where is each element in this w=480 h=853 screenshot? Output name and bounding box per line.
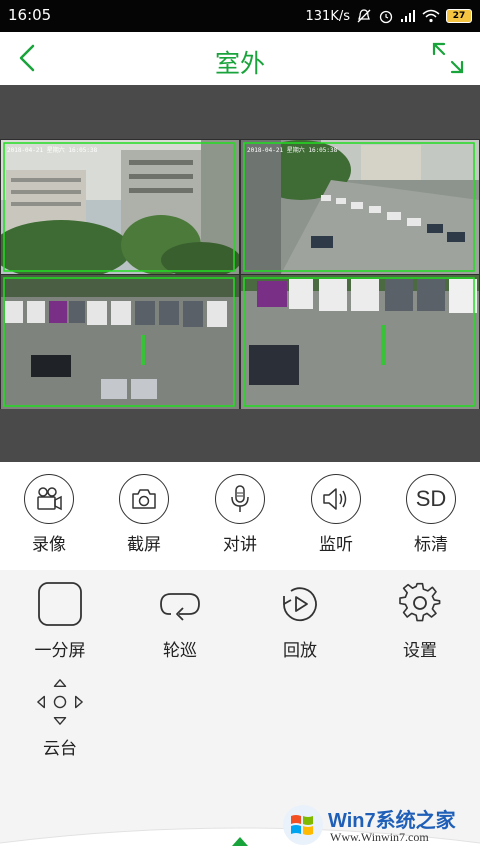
ptz-label: 云台 <box>43 739 77 759</box>
mute-icon <box>357 9 371 23</box>
quality-button[interactable]: SD 标清 <box>391 474 471 555</box>
listen-circle <box>311 474 361 524</box>
patrol-icon-wrap <box>156 580 204 628</box>
alarm-icon <box>379 10 393 24</box>
talk-button[interactable]: 对讲 <box>200 474 280 555</box>
playback-icon <box>283 587 317 622</box>
patrol-label: 轮巡 <box>163 641 197 661</box>
talk-label: 对讲 <box>223 535 257 555</box>
playback-label: 回放 <box>283 641 317 661</box>
page-title: 室外 <box>214 49 265 78</box>
ptz-button[interactable]: 云台 <box>10 678 110 759</box>
battery-indicator: 27 <box>446 9 472 23</box>
camera-feed-buildings <box>1 140 239 274</box>
playback-button[interactable]: 回放 <box>250 580 350 661</box>
fullscreen-expand-icon <box>432 42 464 74</box>
status-time: 16:05 <box>8 6 52 24</box>
camera-feed-parking-near <box>241 275 479 409</box>
watermark-url: Www.Winwin7.com <box>330 830 429 844</box>
video-cell-cam1[interactable]: 2018-04-21 星期六 16:05:38 <box>1 140 239 274</box>
camera-feed-parking-row <box>1 275 239 409</box>
status-bar: 16:05 131K/s 27 <box>0 0 480 32</box>
camera-feed-parking-top <box>241 140 479 274</box>
settings-label: 设置 <box>403 641 437 661</box>
cam-timestamp: 2018-04-21 星期六 16:05:38 <box>7 147 98 154</box>
collapse-panel-button[interactable] <box>230 832 250 851</box>
video-cell-cam4[interactable] <box>241 275 479 409</box>
title-bar: 室外 <box>0 32 480 85</box>
caret-up-icon <box>232 837 248 846</box>
screenshot-button[interactable]: 截屏 <box>104 474 184 555</box>
listen-button[interactable]: 监听 <box>296 474 376 555</box>
fullscreen-button[interactable] <box>430 40 466 76</box>
quality-circle: SD <box>406 474 456 524</box>
record-button[interactable]: 录像 <box>9 474 89 555</box>
wifi-icon <box>422 9 440 23</box>
network-speed: 131K/s <box>305 8 351 24</box>
signal-icon <box>401 10 415 22</box>
record-circle <box>24 474 74 524</box>
record-label: 录像 <box>32 535 66 555</box>
ptz-direction-icon <box>37 679 83 725</box>
sd-quality-icon: SD <box>415 486 447 511</box>
single-screen-button[interactable]: 一分屏 <box>10 580 110 661</box>
single-screen-label: 一分屏 <box>34 641 86 661</box>
video-cell-cam3[interactable] <box>1 275 239 409</box>
watermark-logo: Win7系统之家 Www.Winwin7.com <box>282 802 474 850</box>
patrol-button[interactable]: 轮巡 <box>130 580 230 661</box>
single-screen-icon <box>38 582 82 626</box>
talk-circle <box>215 474 265 524</box>
windows-flag-icon <box>283 805 323 845</box>
speaker-icon <box>323 488 347 510</box>
quality-label: 标清 <box>414 535 448 555</box>
video-cell-cam2[interactable]: 2018-04-21 星期六 16:05:38 <box>241 140 479 274</box>
gear-icon <box>399 582 441 622</box>
watermark-brand: Win7系统之家 <box>328 810 456 832</box>
listen-label: 监听 <box>319 535 353 555</box>
video-camera-icon <box>37 487 62 511</box>
single-screen-icon-wrap <box>36 580 84 628</box>
playback-icon-wrap <box>276 580 324 628</box>
settings-button[interactable]: 设置 <box>370 580 470 661</box>
screenshot-label: 截屏 <box>127 535 161 555</box>
cam-timestamp: 2018-04-21 星期六 16:05:38 <box>247 147 338 154</box>
video-area: 2018-04-21 星期六 16:05:38 2018-04-21 星期六 1… <box>0 85 480 462</box>
loop-cycle-icon <box>160 593 200 621</box>
status-icons: 131K/s 27 <box>305 6 472 26</box>
video-grid: 2018-04-21 星期六 16:05:38 2018-04-21 星期六 1… <box>0 139 480 409</box>
ptz-icon-wrap <box>36 678 84 726</box>
screenshot-circle <box>119 474 169 524</box>
camera-icon <box>132 489 156 509</box>
settings-icon-wrap <box>396 580 444 628</box>
control-toolbar: 录像 截屏 对讲 监听 SD 标清 <box>0 462 480 570</box>
microphone-icon <box>231 485 249 512</box>
